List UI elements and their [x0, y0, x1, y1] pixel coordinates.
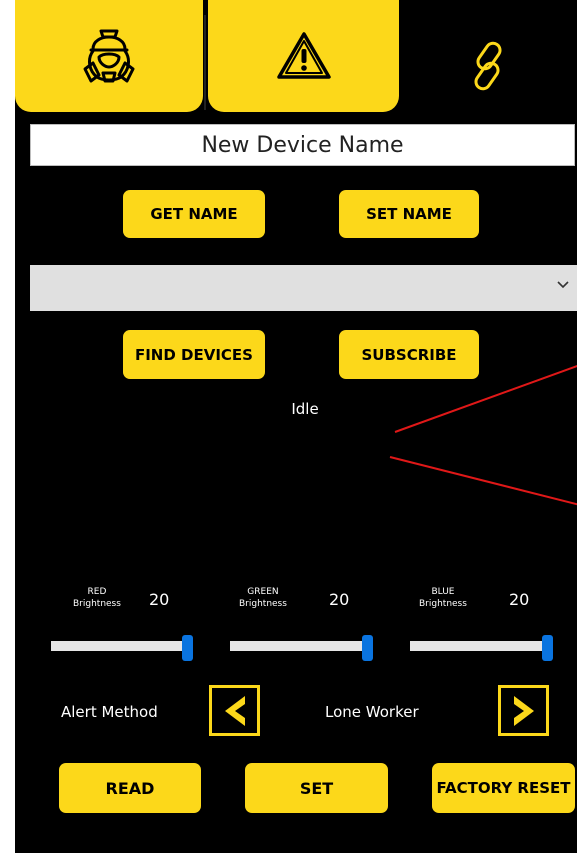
set-name-button[interactable]: SET NAME	[339, 190, 479, 238]
red-label-bottom: Brightness	[73, 599, 121, 609]
slider-thumb[interactable]	[362, 635, 373, 661]
set-button[interactable]: SET	[245, 763, 388, 813]
warning-triangle-icon	[276, 32, 331, 79]
red-value: 20	[149, 590, 170, 609]
chevron-down-icon	[557, 281, 569, 289]
device-name-input[interactable]	[30, 124, 575, 166]
alert-method-label: Alert Method	[61, 703, 158, 721]
red-label-top: RED	[87, 587, 107, 597]
next-alert-button[interactable]	[498, 685, 549, 736]
blue-brightness-label: BLUE Brightness	[419, 586, 467, 610]
previous-alert-button[interactable]	[209, 685, 260, 736]
slider-track	[230, 641, 373, 651]
factory-reset-button[interactable]: FACTORY RESET	[432, 763, 575, 813]
chain-link-icon	[474, 41, 502, 91]
alert-method-value: Lone Worker	[325, 703, 419, 721]
find-devices-button[interactable]: FIND DEVICES	[123, 330, 265, 379]
red-brightness-label: RED Brightness	[73, 586, 121, 610]
green-brightness-slider[interactable]	[230, 635, 373, 661]
green-label-bottom: Brightness	[239, 599, 287, 609]
tab-alerts[interactable]	[208, 0, 399, 112]
blue-value: 20	[509, 590, 530, 609]
green-label-top: GREEN	[247, 587, 279, 597]
device-select[interactable]	[30, 265, 577, 311]
slider-thumb[interactable]	[542, 635, 553, 661]
get-name-button[interactable]: GET NAME	[123, 190, 265, 238]
tab-bar	[15, 0, 577, 116]
annotation-lines	[389, 365, 577, 506]
red-brightness-slider[interactable]	[51, 635, 193, 661]
green-value: 20	[329, 590, 350, 609]
slider-track	[51, 641, 193, 651]
blue-label-bottom: Brightness	[419, 599, 467, 609]
blue-brightness-slider[interactable]	[410, 635, 553, 661]
blue-label-top: BLUE	[431, 587, 455, 597]
chevron-right-icon	[513, 695, 534, 726]
respirator-mask-icon	[83, 29, 135, 83]
slider-track	[410, 641, 553, 651]
app-window: GET NAME SET NAME FIND DEVICES SUBSCRIBE…	[15, 0, 577, 853]
tab-link[interactable]	[399, 16, 577, 116]
tab-respirator[interactable]	[15, 0, 203, 112]
status-text: Idle	[291, 400, 319, 418]
read-button[interactable]: READ	[59, 763, 201, 813]
chevron-left-icon	[224, 695, 245, 726]
slider-thumb[interactable]	[182, 635, 193, 661]
tab-divider	[204, 15, 206, 110]
green-brightness-label: GREEN Brightness	[239, 586, 287, 610]
